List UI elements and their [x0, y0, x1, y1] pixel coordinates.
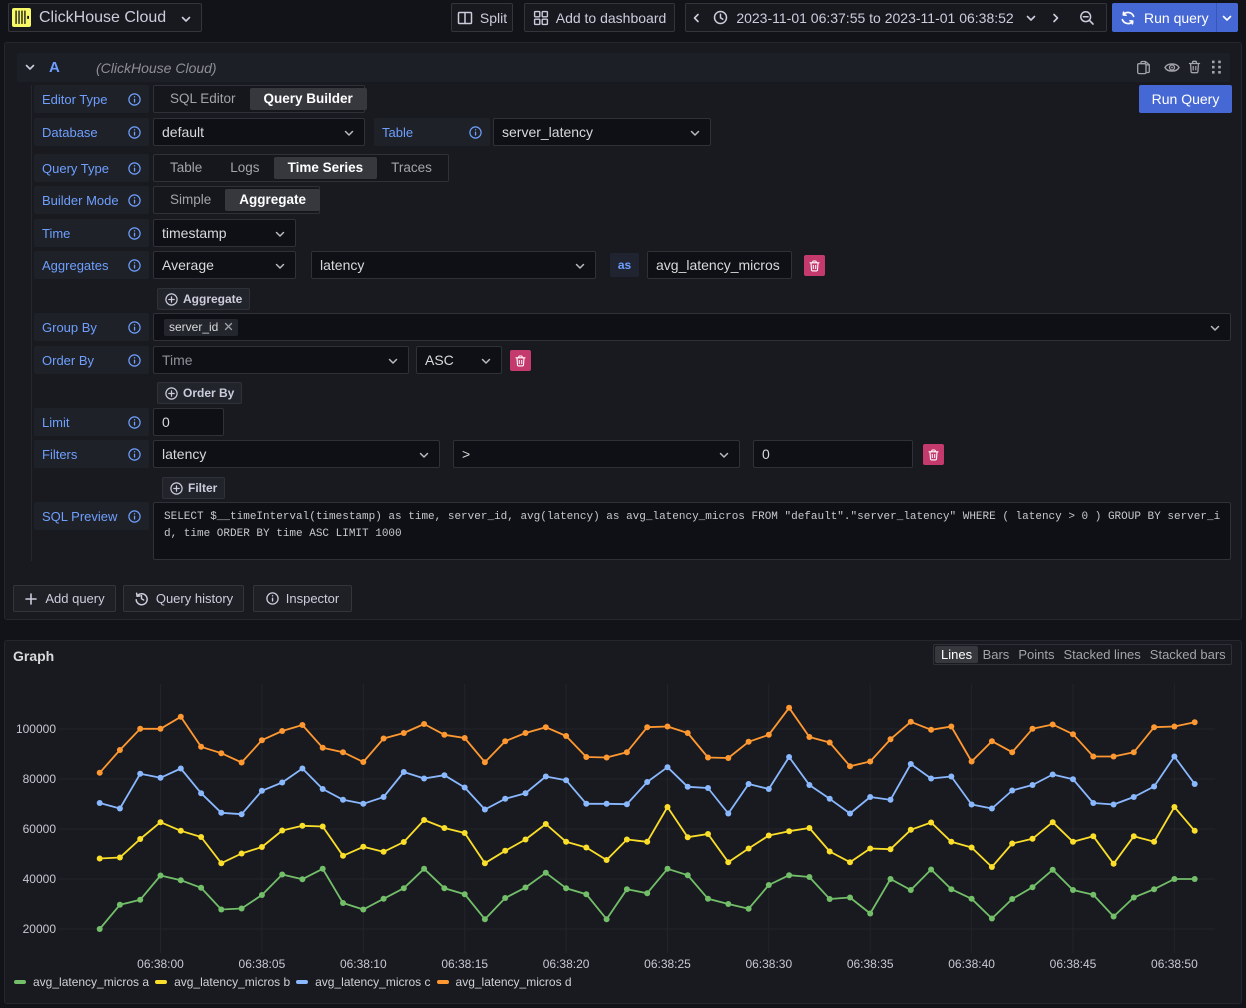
svg-text:06:38:00: 06:38:00 [137, 957, 184, 971]
svg-text:80000: 80000 [23, 772, 57, 786]
svg-text:06:38:35: 06:38:35 [847, 957, 894, 971]
svg-text:06:38:45: 06:38:45 [1050, 957, 1097, 971]
svg-text:06:38:40: 06:38:40 [948, 957, 995, 971]
svg-text:40000: 40000 [23, 872, 57, 886]
svg-text:06:38:30: 06:38:30 [745, 957, 792, 971]
svg-text:06:38:10: 06:38:10 [340, 957, 387, 971]
svg-text:20000: 20000 [23, 922, 57, 936]
svg-text:06:38:15: 06:38:15 [441, 957, 488, 971]
svg-text:06:38:50: 06:38:50 [1151, 957, 1198, 971]
svg-text:60000: 60000 [23, 822, 57, 836]
svg-text:06:38:20: 06:38:20 [543, 957, 590, 971]
svg-text:06:38:25: 06:38:25 [644, 957, 691, 971]
svg-text:06:38:05: 06:38:05 [239, 957, 286, 971]
svg-text:100000: 100000 [16, 722, 56, 736]
